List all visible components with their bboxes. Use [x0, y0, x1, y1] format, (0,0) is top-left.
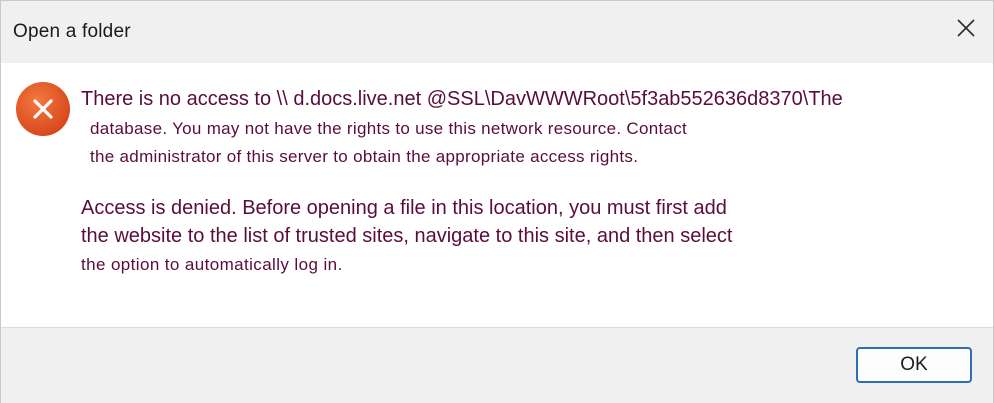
close-button[interactable] [949, 13, 983, 47]
close-icon [956, 18, 976, 43]
message-area: There is no access to \\ d.docs.live.net… [1, 63, 993, 327]
message-line: the administrator of this server to obta… [90, 147, 639, 166]
message-line: Access is denied. Before opening a file … [81, 197, 727, 219]
error-x-icon [15, 81, 71, 137]
button-bar: OK [1, 327, 993, 403]
message-line: the option to automatically log in. [81, 255, 343, 274]
dialog-title: Open a folder [13, 21, 131, 42]
title-bar: Open a folder [1, 1, 993, 63]
message-line: the website to the list of trusted sites… [81, 225, 733, 247]
message-line: There is no access to \\ d.docs.live.net… [81, 88, 843, 110]
ok-button[interactable]: OK [856, 347, 972, 383]
error-dialog: Open a folder There is no access to \\ d… [0, 0, 994, 403]
message-line: database. You may not have the rights to… [90, 119, 688, 138]
